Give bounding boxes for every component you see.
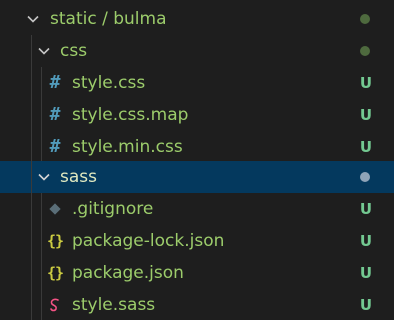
- file-explorer-tree: static / bulma css # style.css U # style…: [0, 0, 394, 320]
- indent-guide: [31, 35, 32, 67]
- file-name: style.css: [72, 73, 146, 93]
- sass-icon: [46, 289, 64, 320]
- indent-guide: [41, 225, 42, 257]
- file-row[interactable]: # style.css.map U: [0, 99, 394, 131]
- modified-dot-icon: [360, 46, 370, 56]
- path-separator: /: [102, 9, 108, 29]
- indent-guide: [31, 193, 32, 225]
- untracked-badge: U: [359, 74, 372, 92]
- modified-dot-icon: [360, 172, 370, 182]
- indent-guide: [31, 289, 32, 320]
- indent-guide: [41, 193, 42, 225]
- folder-name-part: static: [50, 9, 97, 29]
- folder-row-css[interactable]: css: [0, 35, 394, 67]
- file-name: package.json: [72, 263, 184, 283]
- untracked-badge: U: [359, 232, 372, 250]
- file-row[interactable]: {} package-lock.json U: [0, 225, 394, 257]
- json-braces-icon: {}: [46, 264, 64, 282]
- indent-guide: [41, 131, 42, 163]
- untracked-badge: U: [359, 138, 372, 156]
- folder-name-part: bulma: [113, 9, 167, 29]
- file-name: .gitignore: [72, 199, 154, 219]
- indent-guide: [31, 131, 32, 163]
- file-name: package-lock.json: [72, 231, 225, 251]
- indent-guide: [31, 67, 32, 99]
- indent-guide: [41, 289, 42, 320]
- file-row[interactable]: # style.css U: [0, 67, 394, 99]
- indent-guide: [31, 257, 32, 289]
- file-name: style.css.map: [72, 105, 189, 125]
- chevron-down-icon[interactable]: [36, 169, 52, 185]
- indent-guide: [41, 99, 42, 131]
- indent-guide: [41, 257, 42, 289]
- folder-row-static-bulma[interactable]: static / bulma: [0, 3, 394, 35]
- folder-label: css: [60, 41, 88, 61]
- untracked-badge: U: [359, 200, 372, 218]
- json-braces-icon: {}: [46, 232, 64, 250]
- file-row[interactable]: .gitignore U: [0, 193, 394, 225]
- modified-dot-icon: [360, 14, 370, 24]
- indent-guide: [31, 225, 32, 257]
- indent-guide: [31, 161, 32, 193]
- untracked-badge: U: [359, 106, 372, 124]
- file-row[interactable]: # style.min.css U: [0, 131, 394, 163]
- indent-guide: [31, 99, 32, 131]
- file-name: style.min.css: [72, 137, 183, 157]
- indent-guide: [41, 67, 42, 99]
- folder-label: sass: [60, 167, 97, 187]
- folder-row-sass[interactable]: sass: [0, 161, 394, 193]
- chevron-down-icon[interactable]: [36, 43, 52, 59]
- file-row[interactable]: style.sass U: [0, 289, 394, 320]
- untracked-badge: U: [359, 296, 372, 314]
- file-row[interactable]: {} package.json U: [0, 257, 394, 289]
- git-icon: [46, 193, 64, 225]
- untracked-badge: U: [359, 264, 372, 282]
- folder-label: static / bulma: [50, 3, 167, 35]
- css-hash-icon: #: [49, 72, 61, 93]
- css-hash-icon: #: [49, 104, 61, 125]
- file-name: style.sass: [72, 295, 156, 315]
- css-hash-icon: #: [49, 136, 61, 157]
- chevron-down-icon[interactable]: [25, 11, 41, 27]
